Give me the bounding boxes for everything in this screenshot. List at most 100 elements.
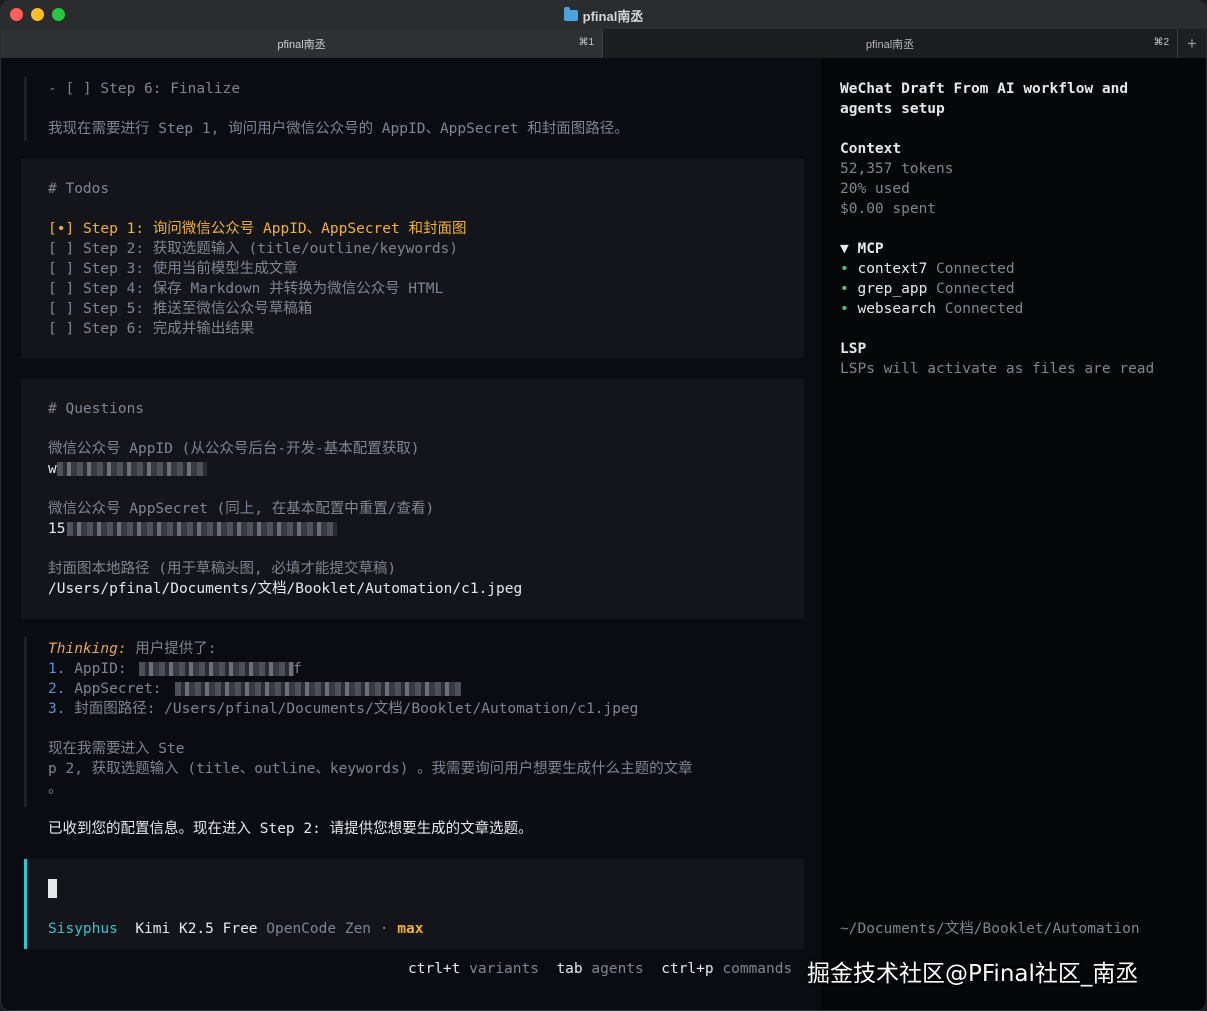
todo-mark: [•]	[48, 221, 75, 237]
todo-text: Step 4: 保存 Markdown 并转换为微信公众号 HTML	[82, 281, 444, 297]
context-heading: Context	[840, 141, 902, 157]
todo-item: [ ] Step 5: 推送至微信公众号草稿箱	[48, 299, 312, 319]
window-title-text: pfinal南丞	[582, 8, 644, 24]
hint-key: ctrl+p	[661, 961, 714, 977]
thinking-gutter	[24, 637, 27, 807]
thinking-item-suffix: f	[293, 661, 302, 677]
tab-1[interactable]: pfinal南丞 ⌘1	[1, 29, 602, 58]
redacted-appsecret	[67, 522, 337, 536]
thinking-paragraph: 现在我需要进入 Ste	[48, 741, 185, 757]
todo-item: [ ] Step 2: 获取选题输入 (title/outline/keywor…	[48, 239, 458, 259]
lsp-heading: LSP	[840, 341, 867, 357]
todo-mark: [ ]	[48, 281, 75, 297]
working-directory: ~/Documents/文档/Booklet/Automation	[840, 921, 1140, 937]
hint-key: tab	[556, 961, 583, 977]
chevron-down-icon: ▼	[840, 241, 849, 257]
redacted-appid	[57, 462, 207, 476]
thinking-item-label: 封面图路径: /Users/pfinal/Documents/文档/Bookle…	[74, 701, 639, 717]
model-name[interactable]: Kimi K2.5 Free	[135, 921, 257, 937]
question-appid-label: 微信公众号 AppID (从公众号后台-开发-基本配置获取)	[48, 441, 420, 457]
context-tokens: 52,357 tokens	[840, 161, 954, 177]
todo-text: Step 6: 完成并输出结果	[82, 321, 255, 337]
todo-text: Step 5: 推送至微信公众号草稿箱	[82, 301, 313, 317]
title-bar: pfinal南丞	[1, 1, 1206, 29]
variant-name[interactable]: max	[397, 921, 423, 937]
context-spent: $0.00 spent	[840, 201, 937, 217]
session-title: WeChat Draft From AI workflow and	[840, 81, 1129, 97]
todo-item: [•] Step 1: 询问微信公众号 AppID、AppSecret 和封面图	[48, 219, 466, 239]
thinking-paragraph: 。	[48, 781, 63, 797]
mcp-server-name: context7	[857, 261, 928, 277]
provider-name: OpenCode Zen	[266, 921, 372, 937]
thinking-item: 1. AppID:	[48, 659, 135, 679]
window-controls	[10, 8, 65, 21]
hint-key: ctrl+t	[408, 961, 461, 977]
folder-icon	[563, 6, 578, 21]
question-appsecret-answer: 15	[48, 521, 66, 537]
todo-text: Step 1: 询问微信公众号 AppID、AppSecret 和封面图	[82, 221, 467, 237]
new-tab-button[interactable]: +	[1177, 29, 1206, 58]
thinking-item-label: AppSecret:	[74, 681, 171, 697]
thinking-line: Thinking: 用户提供了:	[48, 639, 217, 659]
list-number: 1.	[48, 661, 66, 677]
thinking-paragraph: p 2, 获取选题输入 (title、outline、keywords) 。我需…	[48, 761, 693, 777]
tab-bar: pfinal南丞 ⌘1 pfinal南丞 ⌘2 +	[1, 29, 1206, 58]
tab-1-label: pfinal南丞	[277, 38, 326, 51]
mcp-heading: MCP	[857, 241, 884, 257]
tab-2[interactable]: pfinal南丞 ⌘2	[602, 29, 1178, 58]
question-cover-answer: /Users/pfinal/Documents/文档/Booklet/Autom…	[48, 581, 523, 597]
tab-2-label: pfinal南丞	[865, 38, 915, 51]
terminal-window: pfinal南丞 pfinal南丞 ⌘1 pfinal南丞 ⌘2 + - [ ]…	[0, 0, 1207, 1011]
watermark: 掘金技术社区@PFinal社区_南丞	[807, 961, 1139, 987]
minimize-window-button[interactable]	[31, 8, 44, 21]
redacted-appsecret-thinking	[175, 682, 461, 696]
redacted-appid-thinking	[139, 662, 294, 676]
text-cursor	[48, 879, 57, 898]
status-dot-icon: •	[840, 261, 849, 277]
tab-2-shortcut: ⌘2	[1153, 37, 1170, 48]
mcp-server-name: websearch	[857, 301, 937, 317]
separator: ·	[379, 921, 389, 937]
thinking-label: Thinking:	[48, 641, 127, 657]
todo-text: Step 3: 使用当前模型生成文章	[82, 261, 298, 277]
list-number: 2.	[48, 681, 66, 697]
intro-line: 我现在需要进行 Step 1, 询问用户微信公众号的 AppID、AppSecr…	[48, 121, 629, 137]
window-title: pfinal南丞	[563, 6, 644, 25]
lsp-text: LSPs will activate as files are read	[840, 361, 1155, 377]
question-appid-answer: w	[48, 461, 57, 477]
question-cover-label: 封面图本地路径 (用于草稿头图, 必填才能提交草稿)	[48, 561, 397, 577]
list-number: 3.	[48, 701, 66, 717]
todo-mark: [ ]	[48, 321, 75, 337]
mcp-server-item: • context7 Connected	[840, 259, 1015, 279]
message-gutter	[24, 77, 27, 141]
hint-label: agents	[591, 961, 644, 977]
tab-1-shortcut: ⌘1	[578, 37, 594, 48]
mcp-server-status: Connected	[944, 301, 1024, 317]
todos-heading: # Todos	[48, 181, 110, 197]
todo-item: [ ] Step 4: 保存 Markdown 并转换为微信公众号 HTML	[48, 279, 443, 299]
zoom-window-button[interactable]	[52, 8, 65, 21]
thinking-item: 2. AppSecret:	[48, 679, 170, 699]
thinking-item: 3. 封面图路径: /Users/pfinal/Documents/文档/Boo…	[48, 699, 638, 719]
todo-mark: [ ]	[48, 301, 75, 317]
session-title-cont: agents setup	[840, 101, 945, 117]
mcp-server-name: grep_app	[857, 281, 928, 297]
questions-heading: # Questions	[48, 401, 145, 417]
mcp-header[interactable]: ▼ MCP	[840, 239, 884, 259]
mcp-server-item: • websearch Connected	[840, 299, 1023, 319]
prompt-status-line: Sisyphus Kimi K2.5 Free OpenCode Zen · m…	[48, 919, 423, 939]
thinking-text: 用户提供了:	[126, 641, 217, 657]
mcp-server-status: Connected	[936, 261, 1015, 277]
top-todo-line: - [ ] Step 6: Finalize	[48, 81, 241, 97]
context-used: 20% used	[840, 181, 910, 197]
todo-item: [ ] Step 3: 使用当前模型生成文章	[48, 259, 298, 279]
mcp-server-status: Connected	[936, 281, 1015, 297]
agent-name[interactable]: Sisyphus	[48, 921, 118, 937]
todo-item: [ ] Step 6: 完成并输出结果	[48, 319, 254, 339]
thinking-item-label: AppID:	[74, 661, 136, 677]
shortcut-hints: ctrl+t variants tab agents ctrl+p comman…	[408, 959, 792, 979]
mcp-server-item: • grep_app Connected	[840, 279, 1015, 299]
close-window-button[interactable]	[10, 8, 23, 21]
status-dot-icon: •	[840, 281, 849, 297]
hint-label: commands	[722, 961, 793, 977]
